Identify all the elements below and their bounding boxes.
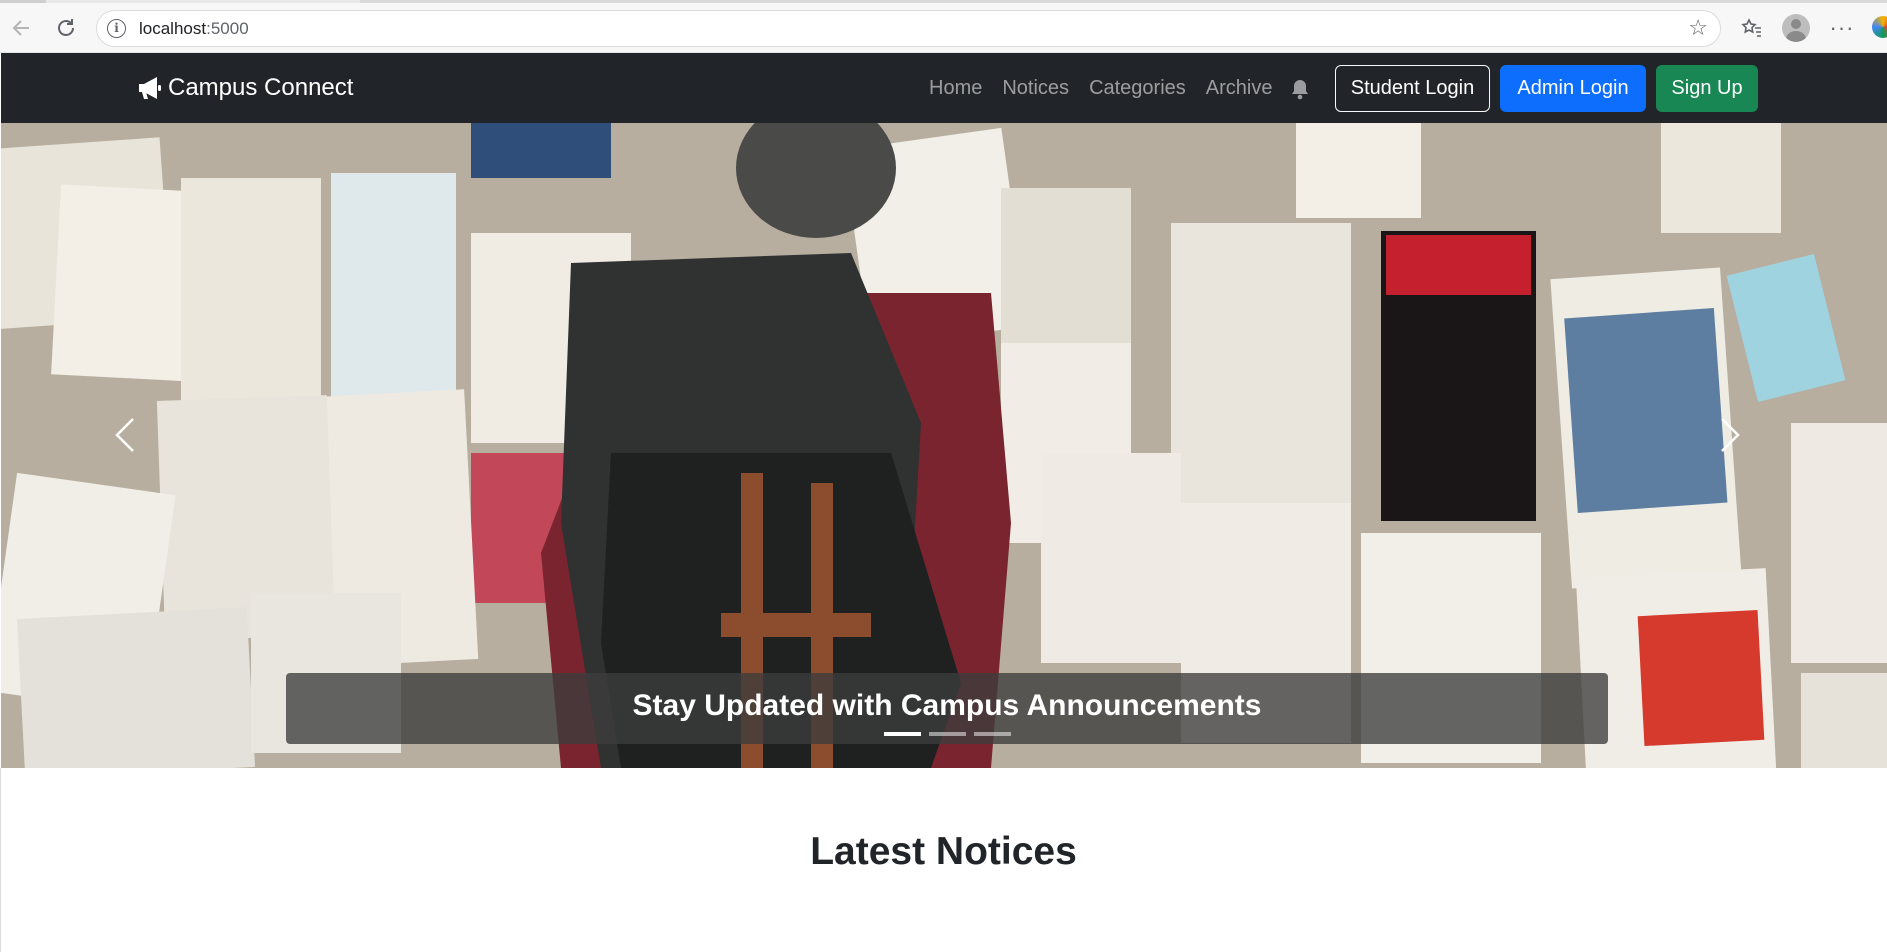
- favorites-icon[interactable]: [1736, 12, 1768, 44]
- carousel-indicator-1[interactable]: [884, 732, 921, 736]
- bulletin-board-photo: [1, 123, 1887, 768]
- brand-link[interactable]: Campus Connect: [136, 74, 353, 102]
- carousel-prev-icon[interactable]: [113, 415, 173, 475]
- latest-notices-heading: Latest Notices: [810, 830, 1077, 873]
- more-options-icon[interactable]: ···: [1826, 12, 1858, 44]
- nav-link-categories[interactable]: Categories: [1089, 77, 1186, 100]
- browser-toolbar: i localhost:5000 ☆ ···: [0, 0, 1887, 53]
- admin-login-button[interactable]: Admin Login: [1500, 65, 1646, 112]
- brand-name: Campus Connect: [168, 74, 354, 101]
- sign-up-button[interactable]: Sign Up: [1656, 65, 1758, 112]
- back-arrow-icon[interactable]: [5, 12, 37, 44]
- carousel-caption-text: Stay Updated with Campus Announcements: [632, 689, 1262, 722]
- hero-carousel: Stay Updated with Campus Announcements: [1, 123, 1887, 768]
- tab-strip: [0, 0, 1887, 3]
- site-info-icon[interactable]: i: [107, 19, 126, 38]
- student-login-button[interactable]: Student Login: [1335, 65, 1490, 112]
- carousel-indicators: [884, 732, 1019, 736]
- url-port: :5000: [206, 19, 249, 38]
- address-bar[interactable]: i localhost:5000 ☆: [96, 10, 1721, 47]
- bookmark-star-icon[interactable]: ☆: [1688, 15, 1708, 41]
- carousel-next-icon[interactable]: [1718, 415, 1778, 475]
- bell-icon[interactable]: [1290, 78, 1310, 100]
- nav-link-home[interactable]: Home: [929, 77, 982, 100]
- copilot-icon[interactable]: [1872, 16, 1887, 38]
- nav-link-archive[interactable]: Archive: [1206, 77, 1273, 100]
- active-tab-indicator: [0, 0, 46, 3]
- megaphone-icon: [139, 77, 161, 99]
- nav-links: Home Notices Categories Archive: [929, 77, 1310, 100]
- site-navbar: Campus Connect Home Notices Categories A…: [1, 53, 1887, 123]
- reload-icon[interactable]: [50, 12, 82, 44]
- inactive-tabs: [360, 0, 1887, 3]
- nav-link-notices[interactable]: Notices: [1002, 77, 1069, 100]
- carousel-indicator-2[interactable]: [929, 732, 966, 736]
- address-url[interactable]: localhost:5000: [139, 19, 249, 39]
- carousel-indicator-3[interactable]: [974, 732, 1011, 736]
- url-host: localhost: [139, 19, 207, 38]
- profile-avatar-icon[interactable]: [1780, 12, 1812, 44]
